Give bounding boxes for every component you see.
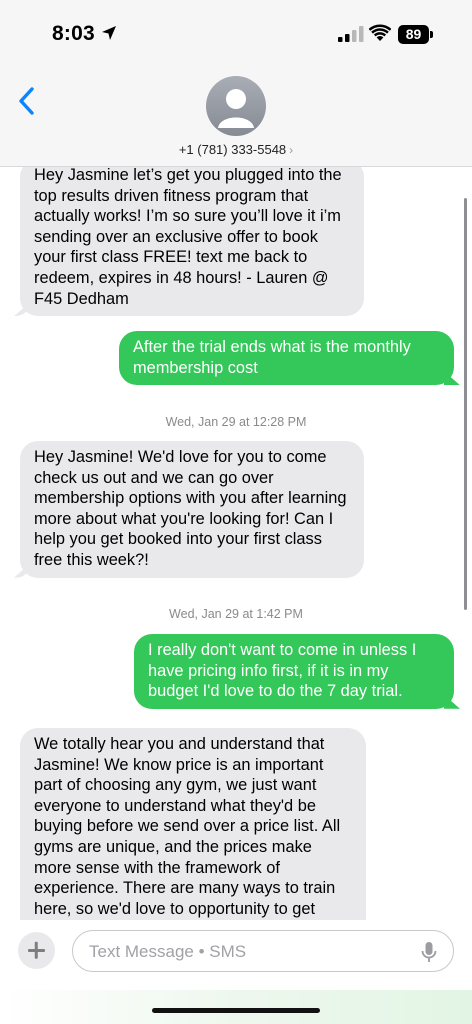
received-message[interactable]: Hey Jasmine! We'd love for you to come c…	[20, 441, 364, 578]
received-message[interactable]: We totally hear you and understand that …	[20, 728, 366, 927]
received-message[interactable]: Hey Jasmine let’s get you plugged into t…	[20, 167, 364, 317]
timestamp-day: Wed, Jan 29	[169, 607, 239, 621]
plus-icon[interactable]	[18, 932, 55, 969]
battery-tip	[430, 31, 433, 38]
scrollbar[interactable]	[464, 198, 467, 610]
status-time: 8:03	[52, 22, 95, 45]
wifi-icon	[369, 24, 391, 41]
back-chevron-icon[interactable]	[16, 86, 38, 116]
message-field[interactable]	[72, 930, 454, 972]
message-thread[interactable]: Hey Jasmine let’s get you plugged into t…	[0, 167, 472, 927]
timestamp-day: Wed, Jan 29	[165, 415, 236, 429]
battery-icon: 89	[398, 25, 429, 44]
timestamp: Wed, Jan 29 at 12:28 PM	[0, 415, 472, 429]
timestamp: Wed, Jan 29 at 1:42 PM	[0, 607, 472, 621]
microphone-icon[interactable]	[421, 941, 437, 965]
message-input[interactable]	[87, 939, 401, 965]
conversation-header: +1 (781) 333-5548 ›	[0, 66, 472, 167]
home-indicator[interactable]	[152, 1008, 320, 1013]
contact-number: +1 (781) 333-5548	[178, 142, 287, 157]
timestamp-time: at 12:28 PM	[239, 415, 307, 429]
status-bar: 8:03 89	[0, 0, 472, 66]
contact-name[interactable]: +1 (781) 333-5548 ›	[0, 142, 472, 157]
contact-avatar-icon[interactable]	[206, 76, 266, 136]
sent-message[interactable]: I really don't want to come in unless I …	[134, 634, 454, 709]
timestamp-time: at 1:42 PM	[242, 607, 303, 621]
contact-chevron-icon: ›	[289, 143, 294, 157]
cellular-signal-icon	[338, 26, 364, 42]
keyboard-glow	[0, 990, 472, 1024]
sent-message[interactable]: After the trial ends what is the monthly…	[119, 331, 454, 386]
location-arrow-icon	[102, 26, 116, 40]
